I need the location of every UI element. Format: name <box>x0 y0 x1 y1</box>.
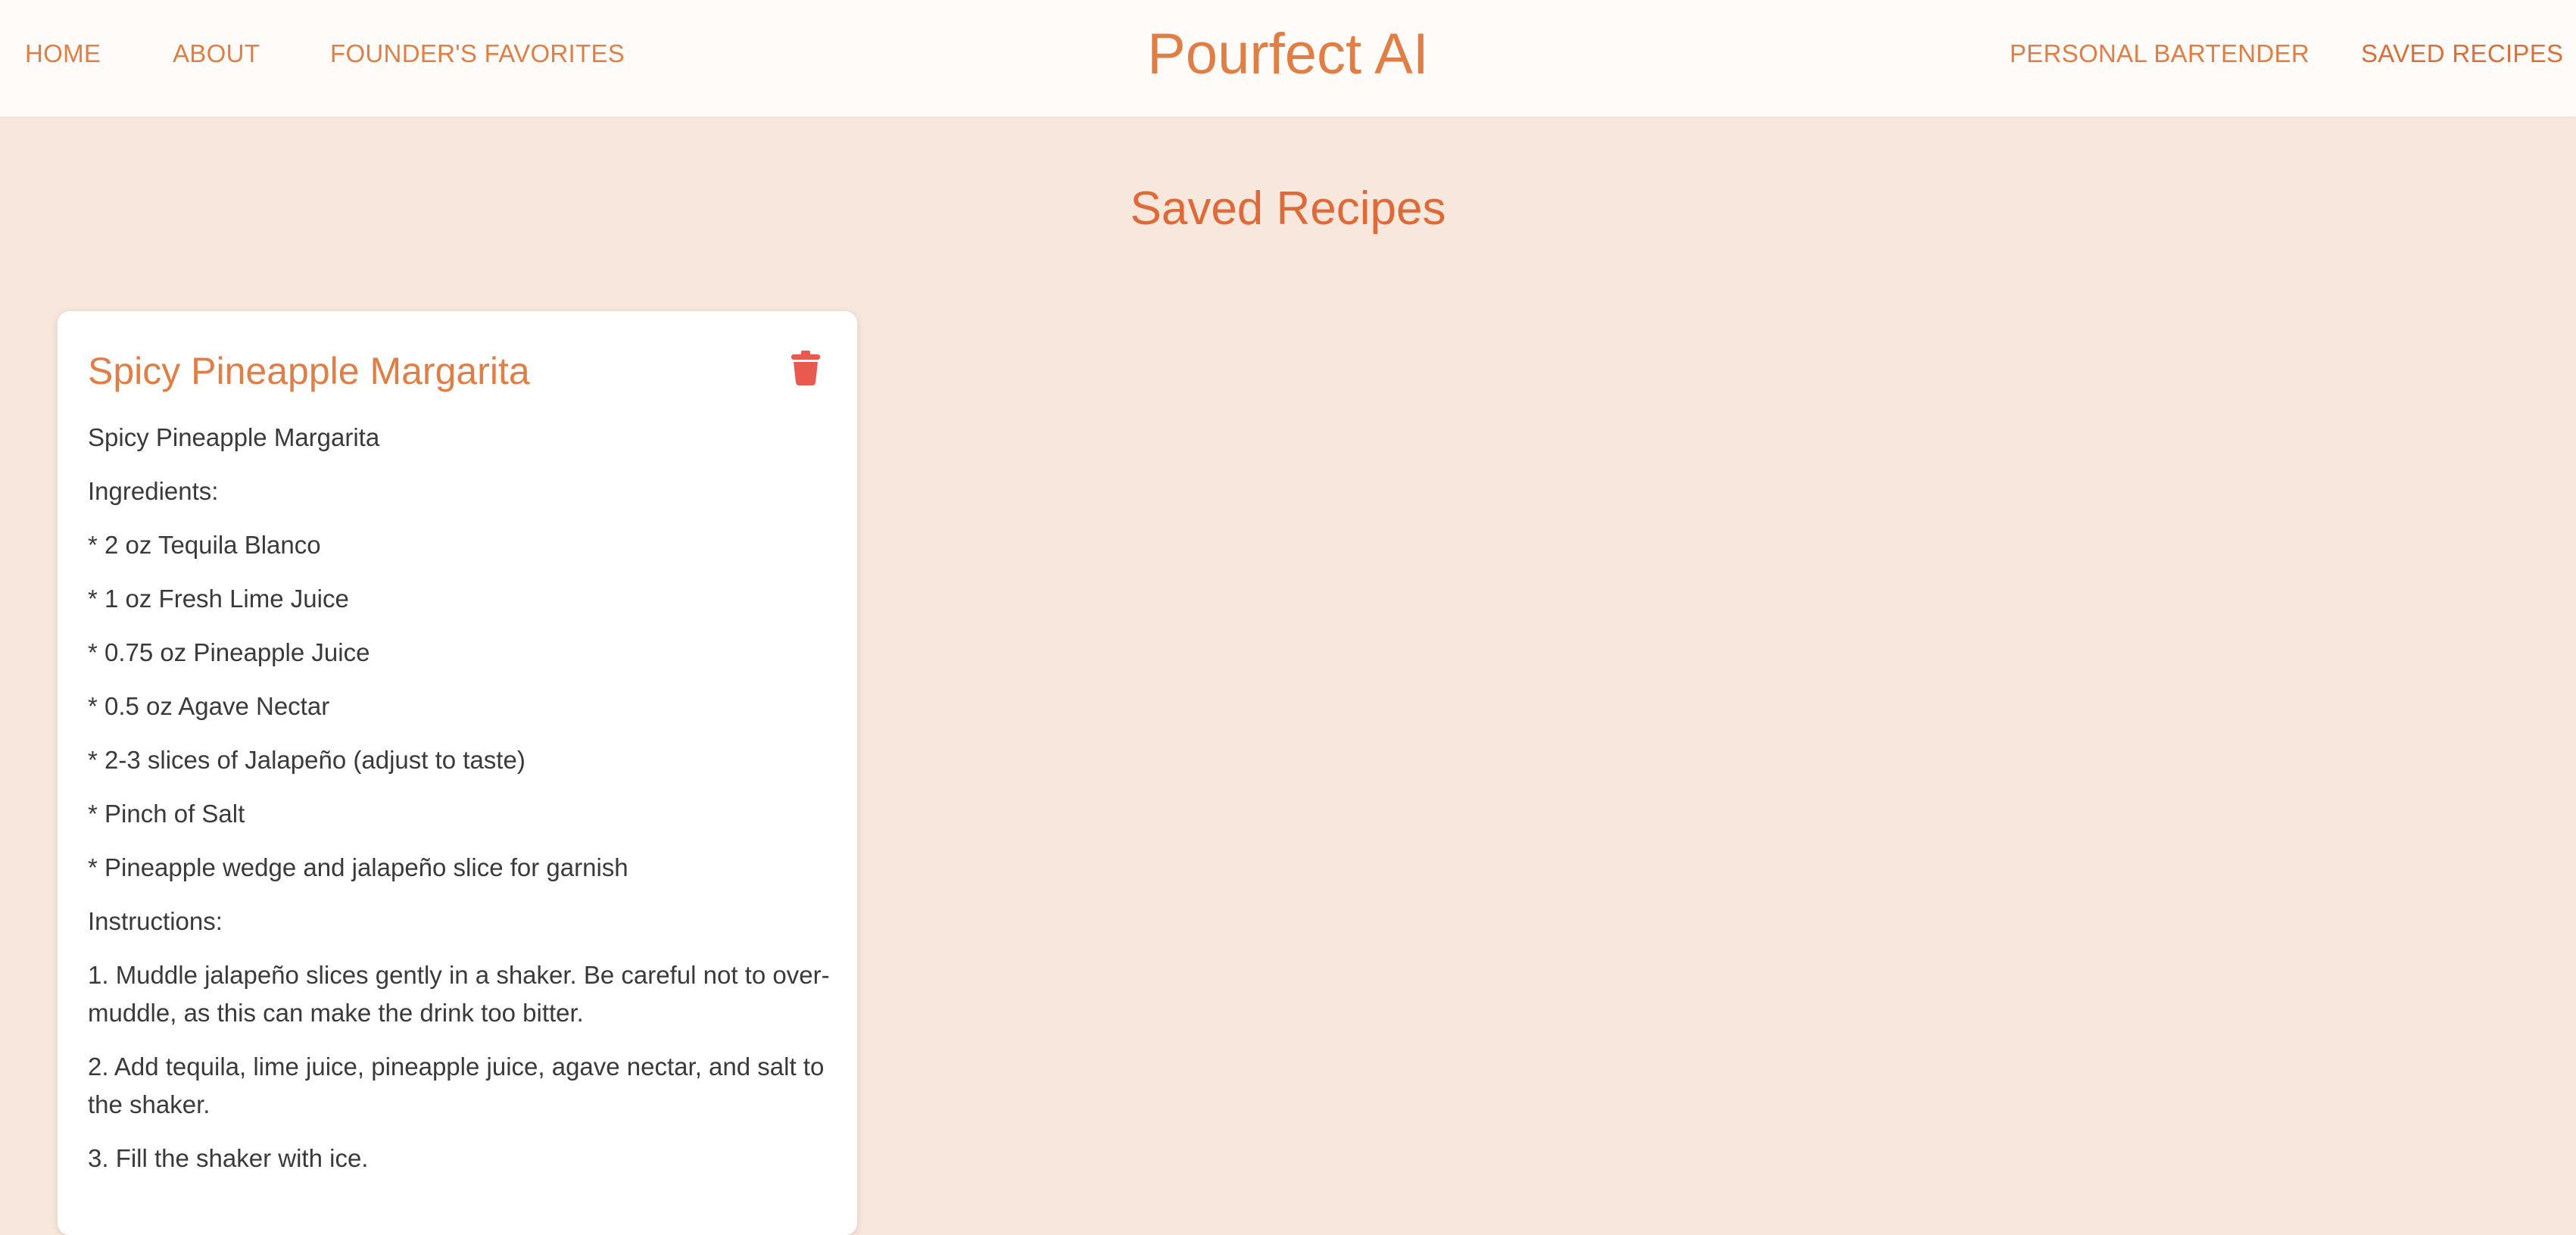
recipe-line: Spicy Pineapple Margarita <box>88 423 380 451</box>
nav-saved-recipes-link[interactable]: SAVED RECIPES <box>2361 39 2563 68</box>
ingredients-heading: Ingredients: <box>88 477 219 505</box>
instruction-step: 1. Muddle jalapeño slices gently in a sh… <box>88 961 830 1027</box>
top-navbar: HOME ABOUT FOUNDER'S FAVORITES Pourfect … <box>0 0 2576 117</box>
recipe-body: Spicy Pineapple Margarita Ingredients: *… <box>88 419 830 1193</box>
instructions-heading: Instructions: <box>88 907 223 935</box>
nav-founders-favorites-link[interactable]: FOUNDER'S FAVORITES <box>330 39 625 68</box>
brand-logo-text[interactable]: Pourfect AI <box>1147 22 1429 86</box>
instruction-step: 3. Fill the shaker with ice. <box>88 1144 369 1172</box>
ingredient-item: * Pineapple wedge and jalapeño slice for… <box>88 853 628 881</box>
instruction-step: 2. Add tequila, lime juice, pineapple ju… <box>88 1053 825 1118</box>
page-title: Saved Recipes <box>1130 182 1446 235</box>
ingredient-item: * Pinch of Salt <box>88 800 245 828</box>
nav-personal-bartender-link[interactable]: PERSONAL BARTENDER <box>2010 39 2309 68</box>
trash-icon <box>791 351 820 385</box>
nav-about-link[interactable]: ABOUT <box>173 39 260 68</box>
ingredient-item: * 0.75 oz Pineapple Juice <box>88 638 370 666</box>
ingredient-item: * 2-3 slices of Jalapeño (adjust to tast… <box>88 746 525 774</box>
ingredient-item: * 2 oz Tequila Blanco <box>88 531 321 559</box>
recipe-card: Spicy Pineapple Margarita Spicy Pineappl… <box>58 311 857 1235</box>
delete-recipe-button[interactable] <box>791 351 821 385</box>
ingredient-item: * 0.5 oz Agave Nectar <box>88 692 330 720</box>
recipe-card-title: Spicy Pineapple Margarita <box>88 350 530 392</box>
ingredient-item: * 1 oz Fresh Lime Juice <box>88 585 349 613</box>
nav-home-link[interactable]: HOME <box>25 39 101 68</box>
